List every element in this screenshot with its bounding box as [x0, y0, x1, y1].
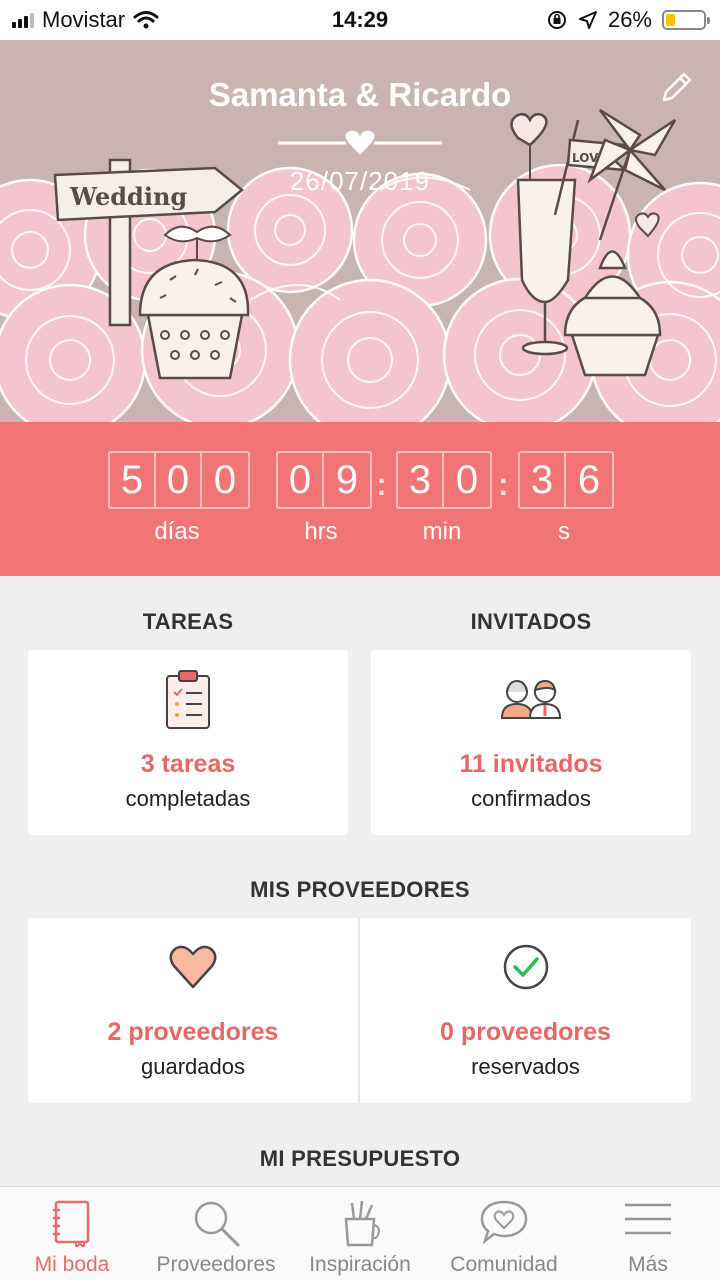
- guests-count: 11 invitados: [459, 750, 603, 778]
- budget-title: MI PRESUPUESTO: [259, 1146, 461, 1171]
- saved-vendors-status: guardados: [141, 1054, 245, 1079]
- saved-vendors-panel[interactable]: 2 proveedores guardados: [28, 918, 358, 1103]
- tab-label: Mi boda: [34, 1253, 110, 1276]
- tasks-title: TAREAS: [142, 609, 234, 634]
- bottom-tab-bar: Mi boda Proveedores Inspiración Comunida…: [0, 1186, 720, 1280]
- minutes-label: min: [422, 518, 462, 545]
- tab-label: Inspiración: [309, 1253, 411, 1276]
- countdown-panel: 5 0 0 0 9 : 3 0 : 3 6 días hrs min s: [0, 422, 720, 576]
- battery-icon: [662, 10, 710, 30]
- guests-couple-icon: [500, 679, 562, 719]
- digit: 5: [110, 453, 156, 507]
- digit: 0: [278, 453, 324, 507]
- heart-divider-icon: [278, 130, 442, 155]
- guests-title: INVITADOS: [470, 609, 592, 634]
- cupcake-illustration: [138, 258, 250, 380]
- digit: 0: [213, 458, 237, 502]
- menu-icon: [625, 1203, 671, 1235]
- check-circle-icon: [503, 944, 548, 990]
- saved-vendors-count: 2 proveedores: [107, 1018, 279, 1046]
- digit: 9: [335, 458, 359, 502]
- tab-mi-boda[interactable]: Mi boda: [0, 1187, 144, 1280]
- digit: 0: [156, 453, 202, 507]
- booked-vendors-panel[interactable]: 0 proveedores reservados: [360, 918, 691, 1103]
- seconds-digits: 3 6: [518, 451, 614, 509]
- tab-label: Proveedores: [156, 1253, 276, 1276]
- location-arrow-icon: [578, 11, 597, 29]
- booked-vendors-count: 0 proveedores: [440, 1018, 611, 1046]
- hours-label: hrs: [304, 518, 338, 545]
- guests-status: confirmados: [471, 786, 591, 811]
- guests-card[interactable]: 11 invitados confirmados: [371, 650, 691, 835]
- days-label: días: [154, 518, 200, 545]
- days-digits: 5 0 0: [108, 451, 250, 509]
- edit-pencil-icon[interactable]: [658, 70, 694, 106]
- wedding-date: 26/07/2019: [289, 166, 431, 196]
- tab-mas[interactable]: Más: [576, 1187, 720, 1280]
- digit: 3: [520, 453, 566, 507]
- colon-separator: :: [376, 466, 387, 502]
- digit: 3: [398, 453, 444, 507]
- pencil-cup-icon: [344, 1200, 380, 1247]
- notebook-icon: [53, 1200, 90, 1247]
- digit: 6: [577, 458, 601, 502]
- tab-proveedores[interactable]: Proveedores: [144, 1187, 288, 1280]
- tab-label: Más: [628, 1253, 668, 1276]
- rotation-lock-icon: [547, 11, 566, 29]
- minutes-digits: 3 0: [396, 451, 492, 509]
- hours-digits: 0 9: [276, 451, 372, 509]
- tasks-card[interactable]: 3 tareas completadas: [28, 650, 348, 835]
- heart-chat-icon: [480, 1200, 528, 1245]
- carrier-label: Movistar: [42, 7, 126, 32]
- wifi-icon: [133, 11, 159, 29]
- digit: 0: [455, 458, 479, 502]
- signal-icon: [12, 12, 34, 28]
- tasks-count: 3 tareas: [140, 750, 236, 778]
- couple-names: Samanta & Ricardo: [208, 76, 512, 113]
- vendors-card: 2 proveedores guardados 0 proveedores re…: [28, 918, 691, 1103]
- clipboard-checklist-icon: [166, 670, 210, 729]
- vendors-title: MIS PROVEEDORES: [250, 877, 470, 902]
- booked-vendors-status: reservados: [471, 1054, 580, 1079]
- wedding-header: Wedding LOVE Samanta & Ricardo 26/07/201…: [0, 40, 720, 422]
- tasks-status: completadas: [125, 786, 251, 811]
- status-bar: Movistar 14:29 26%: [0, 0, 720, 40]
- tab-label: Comunidad: [450, 1253, 558, 1276]
- search-icon: [194, 1201, 240, 1247]
- tab-comunidad[interactable]: Comunidad: [432, 1187, 576, 1280]
- colon-separator: :: [498, 466, 509, 502]
- heart-icon: [169, 945, 217, 989]
- battery-percent: 26%: [607, 7, 652, 32]
- seconds-label: s: [558, 518, 570, 545]
- tab-inspiracion[interactable]: Inspiración: [288, 1187, 432, 1280]
